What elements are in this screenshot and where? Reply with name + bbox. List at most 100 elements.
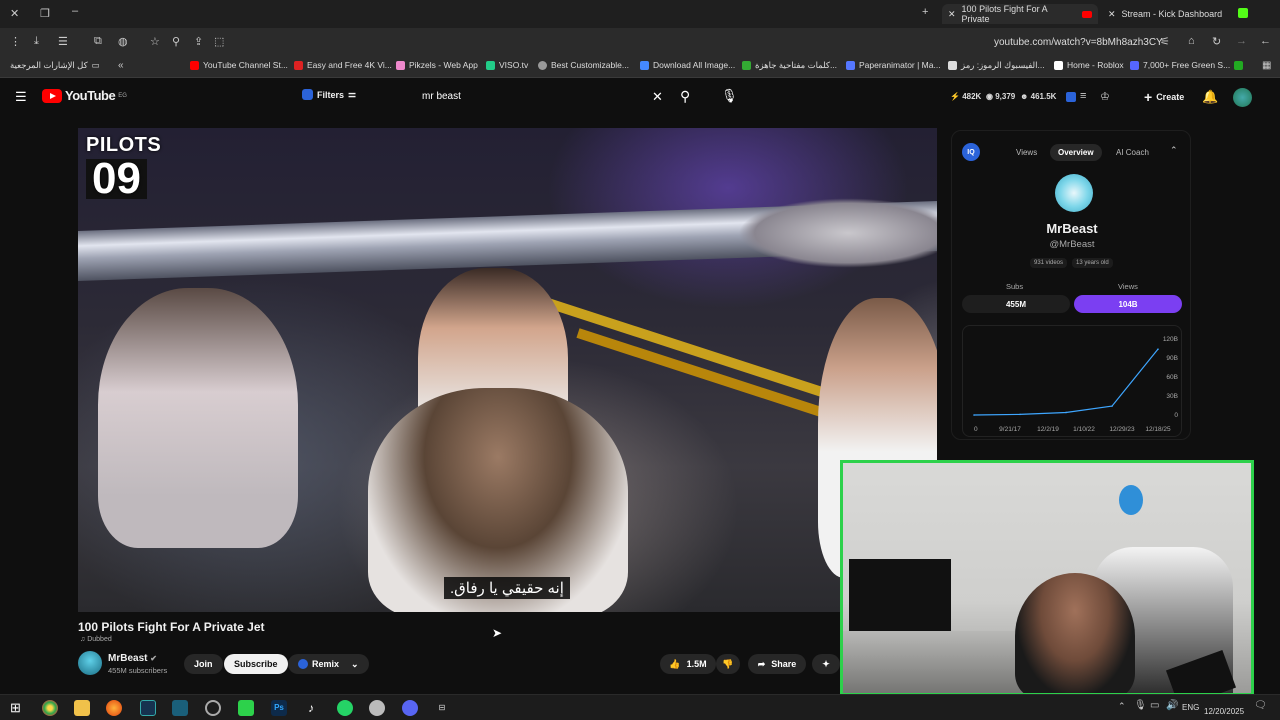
remix-button[interactable]: Remix ⌄ bbox=[288, 654, 369, 674]
chevron-up-icon[interactable]: ⌃ bbox=[1170, 145, 1178, 156]
create-button[interactable]: + Create bbox=[1136, 86, 1192, 108]
close-icon[interactable]: ✕ bbox=[948, 9, 956, 20]
date[interactable]: 12/20/2025 bbox=[1204, 707, 1244, 716]
tab-youtube-video[interactable]: ✕ 100 Pilots Fight For A Private bbox=[942, 4, 1098, 24]
share-page-icon[interactable]: ⇪ bbox=[194, 35, 203, 48]
network-icon[interactable]: ▭ bbox=[1150, 700, 1159, 711]
hamburger-menu-icon[interactable]: ☰ bbox=[15, 89, 27, 105]
list-icon[interactable]: ≡ bbox=[1080, 90, 1086, 102]
microphone-icon[interactable]: 🎙 bbox=[721, 88, 738, 104]
download-icon[interactable]: ⤓ bbox=[34, 35, 39, 48]
bookmark-item[interactable]: Pikzels - Web App bbox=[396, 60, 478, 70]
stat-views: ◉ 9,379 bbox=[986, 92, 1016, 101]
channel-avatar[interactable] bbox=[78, 651, 102, 675]
address-bar[interactable]: youtube.com/watch?v=8bMh8azh3CY bbox=[994, 37, 1163, 48]
capcut-icon[interactable]: ⊟ bbox=[434, 700, 450, 716]
bookmark-item[interactable]: Download All Image... bbox=[640, 60, 735, 70]
microphone-tray-icon[interactable]: 🎙 bbox=[1134, 700, 1147, 711]
clear-search-icon[interactable]: ✕ bbox=[652, 89, 663, 105]
discord-icon[interactable] bbox=[402, 700, 418, 716]
bookmark-item[interactable]: Paperanimator | Ma... bbox=[846, 60, 941, 70]
close-window-icon[interactable]: ✕ bbox=[10, 7, 19, 20]
sparkle-icon: ✦ bbox=[822, 658, 830, 669]
views-value[interactable]: 104B bbox=[1074, 295, 1182, 313]
forward-icon[interactable]: → bbox=[1236, 35, 1247, 47]
volume-icon[interactable]: 🔊 bbox=[1166, 700, 1178, 711]
zoom-icon[interactable]: ⚲ bbox=[172, 35, 180, 48]
site-settings-icon[interactable]: ⚟ bbox=[1160, 35, 1170, 48]
bookmark-item[interactable]: 7,000+ Free Green S... bbox=[1130, 60, 1244, 70]
restore-icon[interactable]: ❐ bbox=[40, 7, 50, 20]
translate-icon[interactable]: ◍ bbox=[118, 35, 128, 48]
trophy-icon[interactable]: ♔ bbox=[1100, 90, 1110, 103]
menu-dots-icon[interactable]: ⋮ bbox=[10, 35, 21, 48]
bookmark-item[interactable]: VISO.tv bbox=[486, 60, 528, 70]
firefox-icon[interactable] bbox=[106, 700, 122, 716]
browser-tab-bar: ✕ ❐ – + ✕ 100 Pilots Fight For A Private… bbox=[0, 0, 1280, 28]
bookmark-item[interactable]: Best Customizable... bbox=[538, 60, 629, 70]
app-icon[interactable] bbox=[369, 700, 385, 716]
youtube-logo[interactable]: YouTube EG bbox=[42, 88, 127, 103]
subscribe-button[interactable]: Subscribe bbox=[224, 654, 288, 674]
bookmarks-overflow-icon[interactable]: ▦ bbox=[1262, 60, 1271, 71]
reading-list-icon[interactable]: ☰ bbox=[58, 35, 68, 48]
share-button[interactable]: ➦ Share bbox=[748, 654, 806, 674]
home-icon[interactable]: ⌂ bbox=[1188, 35, 1195, 47]
whatsapp-icon[interactable] bbox=[337, 700, 353, 716]
chart-x-tick: 12/2/19 bbox=[1037, 426, 1059, 433]
tiktok-icon[interactable]: ♪ bbox=[303, 700, 319, 716]
vidiq-menu-icon[interactable] bbox=[1066, 92, 1076, 102]
thumbs-down-icon: 👎 bbox=[722, 658, 734, 669]
youtube-favicon-icon bbox=[1082, 10, 1092, 18]
app-icon[interactable] bbox=[172, 700, 188, 716]
obs-icon[interactable] bbox=[205, 700, 221, 716]
search-icon[interactable]: ⚲ bbox=[680, 88, 690, 105]
ask-button[interactable]: ✦ bbox=[812, 654, 840, 674]
bookmark-item[interactable]: كلمات مفتاحية جاهزة... bbox=[742, 60, 837, 71]
notifications-icon[interactable]: 🗨 bbox=[1254, 700, 1267, 711]
bookmark-item[interactable]: الفيسبوك الرموز: رمز... bbox=[948, 60, 1045, 71]
bell-icon[interactable]: 🔔 bbox=[1202, 89, 1218, 105]
like-button[interactable]: 👍 1.5M bbox=[660, 654, 716, 674]
windows-start-icon[interactable]: ⊞ bbox=[10, 700, 21, 716]
chart-y-tick: 30B bbox=[1166, 393, 1178, 400]
photoshop-icon[interactable]: Ps bbox=[271, 700, 287, 716]
minimize-icon[interactable]: – bbox=[72, 5, 78, 17]
webcam-streamer bbox=[1015, 573, 1135, 693]
kick-icon[interactable] bbox=[238, 700, 254, 716]
video-title: 100 Pilots Fight For A Private Jet bbox=[78, 620, 265, 634]
chevron-up-icon[interactable]: ⌃ bbox=[1118, 701, 1126, 712]
bookmark-item[interactable]: YouTube Channel St... bbox=[190, 60, 288, 70]
new-tab-icon[interactable]: + bbox=[922, 6, 928, 18]
tab-kick-dashboard[interactable]: ✕ Stream - Kick Dashboard bbox=[1102, 4, 1232, 24]
tab-views[interactable]: Views bbox=[1008, 144, 1045, 161]
close-icon[interactable]: ✕ bbox=[1108, 9, 1116, 20]
chevron-left-icon[interactable]: « bbox=[118, 60, 124, 71]
reload-icon[interactable]: ↻ bbox=[1212, 35, 1221, 48]
chrome-icon[interactable] bbox=[42, 700, 58, 716]
back-icon[interactable]: ← bbox=[1260, 35, 1271, 47]
star-bookmark-icon[interactable]: ☆ bbox=[150, 35, 160, 48]
globe-icon bbox=[538, 60, 547, 70]
vegas-icon[interactable] bbox=[140, 700, 156, 716]
extensions-icon[interactable]: ⧉ bbox=[94, 35, 102, 48]
dislike-button[interactable]: 👎 bbox=[716, 654, 740, 674]
join-button[interactable]: Join bbox=[184, 654, 223, 674]
paperanimator-icon bbox=[846, 60, 855, 70]
bookmark-all[interactable]: كل الإشارات المرجعية ▭ bbox=[10, 60, 100, 71]
search-input[interactable]: mr beast bbox=[410, 85, 670, 109]
language-indicator[interactable]: ENG bbox=[1182, 703, 1199, 712]
filters-button[interactable]: Filters ⚌ bbox=[302, 89, 356, 100]
tab-overview[interactable]: Overview bbox=[1050, 144, 1102, 161]
screenshot-icon[interactable]: ⬚ bbox=[214, 35, 224, 48]
bookmark-item[interactable]: Home - Roblox bbox=[1054, 60, 1124, 70]
video-frame-pipe-end bbox=[738, 198, 937, 268]
avatar[interactable] bbox=[1233, 88, 1252, 107]
video-player[interactable]: PILOTS 09 إنه حقيقي يا رفاق. bbox=[78, 128, 937, 612]
file-explorer-icon[interactable] bbox=[74, 700, 90, 716]
panel-channel-name: MrBeast bbox=[1046, 221, 1098, 236]
channel-name[interactable]: MrBeast ✔ bbox=[108, 653, 157, 664]
tab-ai-coach[interactable]: AI Coach bbox=[1108, 144, 1157, 161]
bookmark-item[interactable]: Easy and Free 4K Vi... bbox=[294, 60, 392, 70]
subs-value[interactable]: 455M bbox=[962, 295, 1070, 313]
